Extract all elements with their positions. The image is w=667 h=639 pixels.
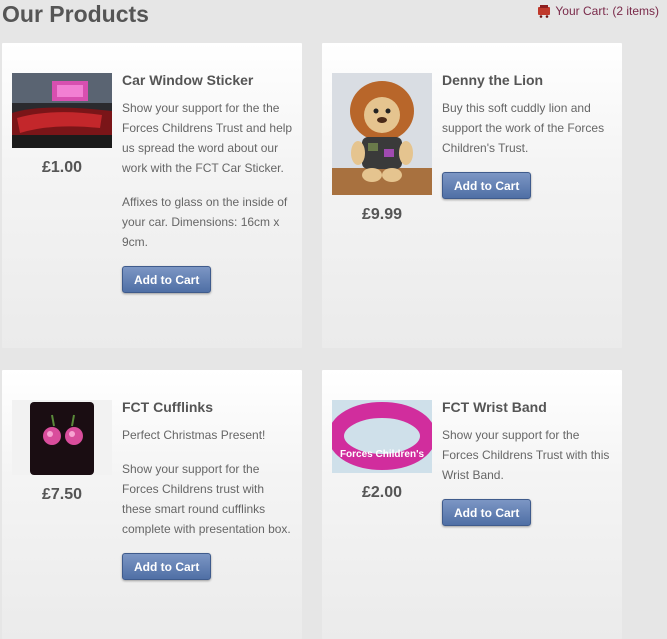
product-price: £2.00 <box>361 484 403 501</box>
product-description: Show your support for the Forces Childre… <box>122 462 291 536</box>
product-name: FCT Wrist Band <box>442 399 547 415</box>
product-image-car-sticker <box>12 73 112 148</box>
add-to-cart-button[interactable]: Add to Cart <box>122 266 212 293</box>
cart-link[interactable]: Your Cart: (2 items) <box>537 4 659 18</box>
add-to-cart-button[interactable]: Add to Cart <box>442 499 532 526</box>
product-description: Affixes to glass on the inside of your c… <box>122 195 288 249</box>
product-card-fct-wrist-band: Forces Children's £2.00 FCT Wrist Band S… <box>322 370 622 639</box>
product-card-denny-the-lion: £9.99 Denny the Lion Buy this soft cuddl… <box>322 43 622 348</box>
product-card-fct-cufflinks: £7.50 FCT Cufflinks Perfect Christmas Pr… <box>2 370 302 639</box>
product-name: FCT Cufflinks <box>122 399 213 415</box>
wristband-text: Forces Children's <box>340 449 425 460</box>
add-to-cart-button[interactable]: Add to Cart <box>122 553 212 580</box>
product-name: Car Window Sticker <box>122 72 254 88</box>
cart-label: Your Cart: (2 items) <box>555 4 659 18</box>
product-name: Denny the Lion <box>442 72 544 88</box>
product-card-car-window-sticker: £1.00 Car Window Sticker Show your suppo… <box>2 43 302 348</box>
page-title: Our Products <box>2 1 149 27</box>
product-description: Show your support for the Forces Childre… <box>442 428 610 482</box>
product-image-lion <box>332 73 432 195</box>
product-description: Perfect Christmas Present! <box>122 428 266 442</box>
product-price: £7.50 <box>41 486 83 503</box>
product-image-wristband: Forces Children's <box>332 400 432 473</box>
add-to-cart-button[interactable]: Add to Cart <box>442 172 532 199</box>
product-description: Buy this soft cuddly lion and support th… <box>442 101 605 155</box>
cart-icon <box>537 4 551 18</box>
product-description: Show your support for the the Forces Chi… <box>122 101 293 175</box>
product-price: £9.99 <box>361 206 403 223</box>
product-image-cufflinks <box>12 400 112 475</box>
product-price: £1.00 <box>41 159 83 176</box>
